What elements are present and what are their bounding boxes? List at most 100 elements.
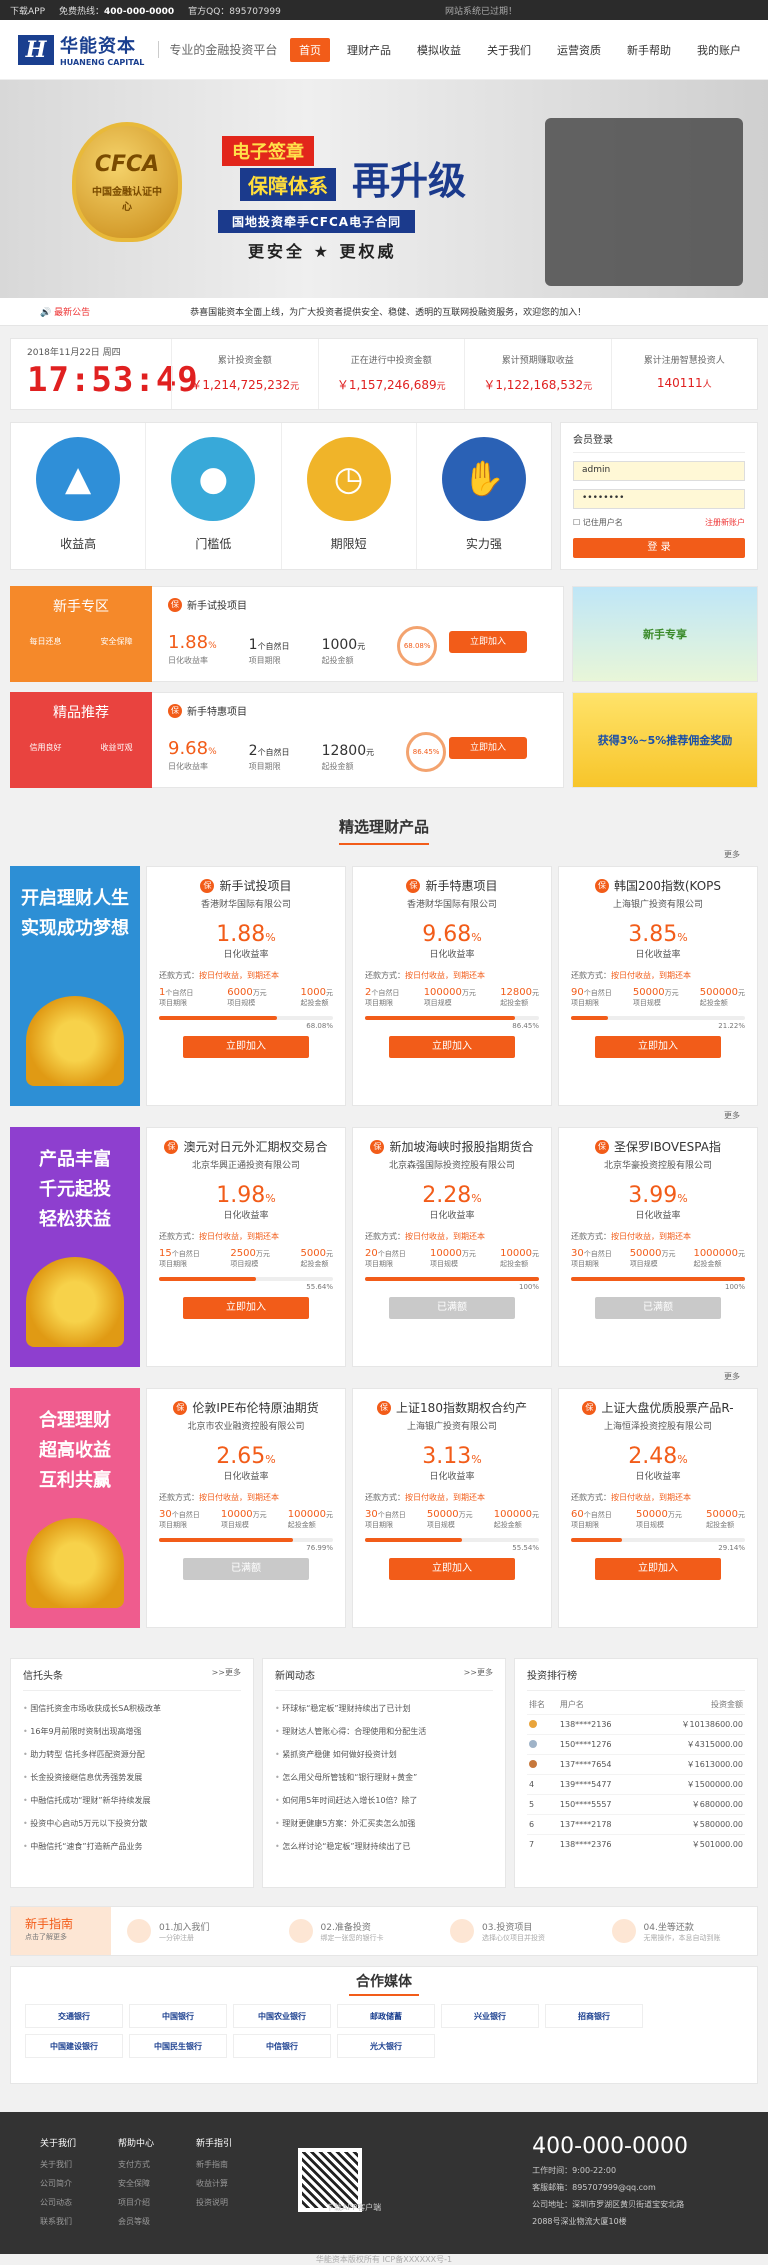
product-title[interactable]: 保新手特惠项目 bbox=[365, 877, 539, 894]
more-link[interactable]: 更多 bbox=[28, 1371, 740, 1382]
news-item[interactable]: 中融信托“速食”打造新产品业务 bbox=[23, 1841, 241, 1852]
news-item[interactable]: 16年9月前限时资制出现高增强 bbox=[23, 1726, 241, 1737]
feature-short-term[interactable]: ◷ 期限短 bbox=[282, 423, 417, 569]
metric-label: 项目期限 bbox=[571, 999, 599, 1007]
footer-link[interactable]: 支付方式 bbox=[118, 2159, 196, 2170]
guide-step[interactable]: 04.坐等还款 无需操作，本息自动到账 bbox=[596, 1919, 758, 1943]
metric: 50000万元 项目规模 bbox=[636, 1509, 682, 1530]
news-item[interactable]: 国信托资金市场收获成长SA积极改革 bbox=[23, 1703, 241, 1714]
join-button[interactable]: 立即加入 bbox=[595, 1036, 721, 1058]
news-item[interactable]: 助力转型 信托多样匹配资源分配 bbox=[23, 1749, 241, 1760]
metric-label: 起投金额 bbox=[699, 999, 728, 1007]
guide-step[interactable]: 01.加入我们 一分钟注册 bbox=[111, 1919, 273, 1943]
product-title[interactable]: 保上证大盘优质股票产品R- bbox=[571, 1399, 745, 1416]
more-link[interactable]: >>更多 bbox=[464, 1667, 493, 1682]
news-item[interactable]: 紧抓资产稳健 如何做好投资计划 bbox=[275, 1749, 493, 1760]
news-item[interactable]: 长金投资接继信息优秀强势发展 bbox=[23, 1772, 241, 1783]
register-link[interactable]: 注册新账户 bbox=[705, 517, 745, 528]
hero-banner[interactable]: CFCA 中国金融认证中心 电子签章 保障体系 再升级 国地投资牵手CFCA电子… bbox=[0, 80, 768, 298]
product-title[interactable]: 保韩国200指数(KOPS bbox=[571, 877, 745, 894]
promo-product-title[interactable]: 保新手试投项目 bbox=[168, 597, 547, 612]
news-item[interactable]: 理财更健康5方案：外汇买卖怎么加强 bbox=[275, 1818, 493, 1829]
rate-label: 日化收益率 bbox=[223, 1472, 269, 1482]
guide-header[interactable]: 新手指南 点击了解更多 bbox=[11, 1907, 111, 1955]
nav-help[interactable]: 新手帮助 bbox=[618, 38, 680, 62]
product-title[interactable]: 保圣保罗IBOVESPA指 bbox=[571, 1138, 745, 1155]
footer-link[interactable]: 安全保障 bbox=[118, 2178, 196, 2189]
footer-link[interactable]: 联系我们 bbox=[40, 2216, 118, 2227]
guide-step[interactable]: 03.投资项目 选择心仪项目并投资 bbox=[434, 1919, 596, 1943]
partner-logo[interactable]: 中国建设银行 bbox=[25, 2034, 123, 2058]
more-link[interactable]: 更多 bbox=[28, 1110, 740, 1121]
remember-checkbox[interactable]: ☐ 记住用户名 bbox=[573, 517, 623, 528]
partner-logo[interactable]: 邮政储蓄 bbox=[337, 2004, 435, 2028]
feature-strength[interactable]: ✋ 实力强 bbox=[417, 423, 551, 569]
promo-ad[interactable]: 获得3%~5%推荐佣金奖励 bbox=[572, 692, 758, 788]
partner-logo[interactable]: 中信银行 bbox=[233, 2034, 331, 2058]
group-side-banner[interactable]: 合理理财 超高收益 互利共赢 bbox=[10, 1388, 140, 1628]
partner-logo[interactable]: 兴业银行 bbox=[441, 2004, 539, 2028]
login-button[interactable]: 登 录 bbox=[573, 538, 745, 558]
news-item[interactable]: 中融信托成功“理财”新华持续发展 bbox=[23, 1795, 241, 1806]
partner-logo[interactable]: 交通银行 bbox=[25, 2004, 123, 2028]
footer-link[interactable]: 收益计算 bbox=[196, 2178, 274, 2189]
news-item[interactable]: 怎么样讨论“稳定板”理财持续出了已 bbox=[275, 1841, 493, 1852]
metric-unit: 万元 bbox=[255, 1250, 270, 1258]
feature-low-threshold[interactable]: ● 门槛低 bbox=[146, 423, 282, 569]
partner-logo[interactable]: 光大银行 bbox=[337, 2034, 435, 2058]
product-title[interactable]: 保新手试投项目 bbox=[159, 877, 333, 894]
promo-ad[interactable]: 新手专享 bbox=[572, 586, 758, 682]
news-item[interactable]: 如何用5年时间赶达入增长10倍？除了 bbox=[275, 1795, 493, 1806]
partner-logo[interactable]: 招商银行 bbox=[545, 2004, 643, 2028]
download-app-link[interactable]: 下载APP bbox=[10, 4, 45, 17]
product-title[interactable]: 保澳元对日元外汇期权交易合 bbox=[159, 1138, 333, 1155]
footer-link[interactable]: 投资说明 bbox=[196, 2197, 274, 2208]
promo-product-title[interactable]: 保新手特惠项目 bbox=[168, 703, 547, 718]
logo[interactable]: 华能资本 HUANENG CAPITAL bbox=[60, 32, 144, 67]
product-title[interactable]: 保新加坡海峡时报股指期货合 bbox=[365, 1138, 539, 1155]
logo-icon[interactable]: H bbox=[18, 34, 54, 65]
password-input[interactable]: •••••••• bbox=[573, 489, 745, 509]
join-button[interactable]: 立即加入 bbox=[449, 631, 527, 653]
join-button[interactable]: 立即加入 bbox=[389, 1036, 515, 1058]
join-button[interactable]: 立即加入 bbox=[449, 737, 527, 759]
nav-products[interactable]: 理财产品 bbox=[338, 38, 400, 62]
product-title[interactable]: 保伦敦IPE布伦特原油期货 bbox=[159, 1399, 333, 1416]
news-item[interactable]: 投资中心启动5万元以下投资分散 bbox=[23, 1818, 241, 1829]
nav-about[interactable]: 关于我们 bbox=[478, 38, 540, 62]
announcement-text[interactable]: 恭喜国能资本全面上线，为广大投资者提供安全、稳健、透明的互联网投融资服务，欢迎您… bbox=[190, 305, 586, 318]
metric-number: 100000 bbox=[493, 1509, 532, 1520]
feature-high-yield[interactable]: ▲ 收益高 bbox=[11, 423, 147, 569]
news-item[interactable]: 怎么用父母所管钱和“银行理财+黄金” bbox=[275, 1772, 493, 1783]
metric-value: 1000元 bbox=[301, 987, 333, 998]
partner-logo[interactable]: 中国民生银行 bbox=[129, 2034, 227, 2058]
footer-link[interactable]: 会员等级 bbox=[118, 2216, 196, 2227]
footer-link[interactable]: 新手指南 bbox=[196, 2159, 274, 2170]
footer-link[interactable]: 项目介绍 bbox=[118, 2197, 196, 2208]
news-item[interactable]: 环球标“稳定板”理财持续出了已计划 bbox=[275, 1703, 493, 1714]
footer-link[interactable]: 关于我们 bbox=[40, 2159, 118, 2170]
footer-link[interactable]: 公司简介 bbox=[40, 2178, 118, 2189]
join-button[interactable]: 立即加入 bbox=[183, 1036, 309, 1058]
nav-qualification[interactable]: 运营资质 bbox=[548, 38, 610, 62]
partner-logo[interactable]: 中国农业银行 bbox=[233, 2004, 331, 2028]
investment-ranking: 投资排行榜 排名 用户名 投资金额 138****2136 ￥10138600.00 1… bbox=[514, 1658, 758, 1888]
footer-link[interactable]: 公司动态 bbox=[40, 2197, 118, 2208]
nav-home[interactable]: 首页 bbox=[290, 37, 330, 62]
product-title[interactable]: 保上证180指数期权合约产 bbox=[365, 1399, 539, 1416]
username-input[interactable]: admin bbox=[573, 461, 745, 481]
partner-logo[interactable]: 中国银行 bbox=[129, 2004, 227, 2028]
join-button[interactable]: 立即加入 bbox=[595, 1558, 721, 1580]
join-button[interactable]: 立即加入 bbox=[389, 1558, 515, 1580]
banner-subtitle: 国地投资牵手CFCA电子合同 bbox=[218, 210, 416, 233]
join-button[interactable]: 立即加入 bbox=[183, 1297, 309, 1319]
news-item[interactable]: 理财达人管账心得：合理使用和分配生活 bbox=[275, 1726, 493, 1737]
group-side-banner[interactable]: 开启理财人生 实现成功梦想 bbox=[10, 866, 140, 1106]
guide-step[interactable]: 02.准备投资 绑定一张您的银行卡 bbox=[273, 1919, 435, 1943]
nav-account[interactable]: 我的账户 bbox=[688, 38, 750, 62]
more-link[interactable]: 更多 bbox=[28, 849, 740, 860]
group-side-banner[interactable]: 产品丰富 千元起投 轻松获益 bbox=[10, 1127, 140, 1367]
product-rate: 2.65% bbox=[159, 1444, 333, 1469]
more-link[interactable]: >>更多 bbox=[212, 1667, 241, 1682]
nav-simulate[interactable]: 模拟收益 bbox=[408, 38, 470, 62]
